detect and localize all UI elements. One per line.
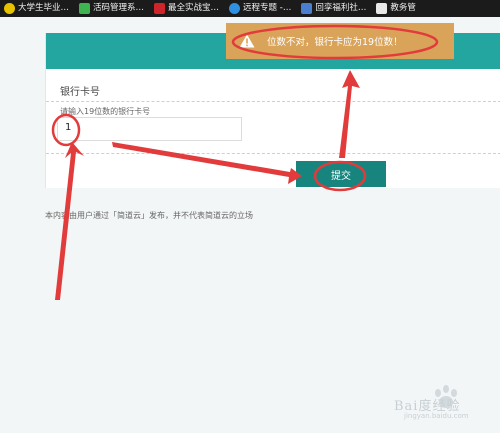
bookmark-tab-4[interactable]: 远程专题 -… — [225, 0, 297, 17]
red-badge-icon — [154, 3, 166, 14]
campus-logo-icon — [4, 3, 15, 14]
watermark-url: jingyan.baidu.com — [404, 412, 469, 420]
bookmark-tab-3[interactable]: 最全实战宝… — [150, 0, 225, 17]
cloud-icon — [229, 3, 241, 14]
house-icon — [301, 3, 313, 14]
browser-bookmarks-bar: 大学生毕业… 活码管理系… 最全实战宝… 远程专题 -… 回孪福利社… 教务管 — [0, 0, 500, 17]
bookmark-tab-5[interactable]: 回孪福利社… — [297, 0, 372, 17]
bank-card-input[interactable]: 1 — [57, 117, 242, 141]
bookmark-label: 教务管 — [390, 3, 416, 13]
warning-icon — [239, 34, 255, 48]
qr-grid-icon — [79, 3, 91, 14]
submit-button[interactable]: 提交 — [296, 161, 386, 187]
field-label: 银行卡号 — [60, 87, 100, 98]
divider — [46, 153, 500, 154]
footer-note: 本内容由用户通过「简道云」发布，并不代表简道云的立场 — [45, 211, 253, 220]
divider — [46, 101, 500, 102]
field-hint: 请输入19位数的银行卡号 — [60, 107, 151, 116]
bookmark-label: 活码管理系… — [93, 3, 145, 13]
bookmark-label: 大学生毕业… — [18, 3, 70, 13]
document-icon — [376, 3, 388, 14]
bookmark-tab-6[interactable]: 教务管 — [372, 0, 422, 17]
bookmark-label: 最全实战宝… — [168, 3, 220, 13]
bookmark-tab-2[interactable]: 活码管理系… — [75, 0, 150, 17]
bookmark-label: 远程专题 -… — [243, 3, 292, 13]
warning-toast: 位数不对，银行卡应为19位数！ — [226, 23, 454, 59]
bookmark-tab-1[interactable]: 大学生毕业… — [0, 0, 75, 17]
bookmark-label: 回孪福利社… — [315, 3, 367, 13]
toast-message: 位数不对，银行卡应为19位数！ — [267, 37, 403, 48]
